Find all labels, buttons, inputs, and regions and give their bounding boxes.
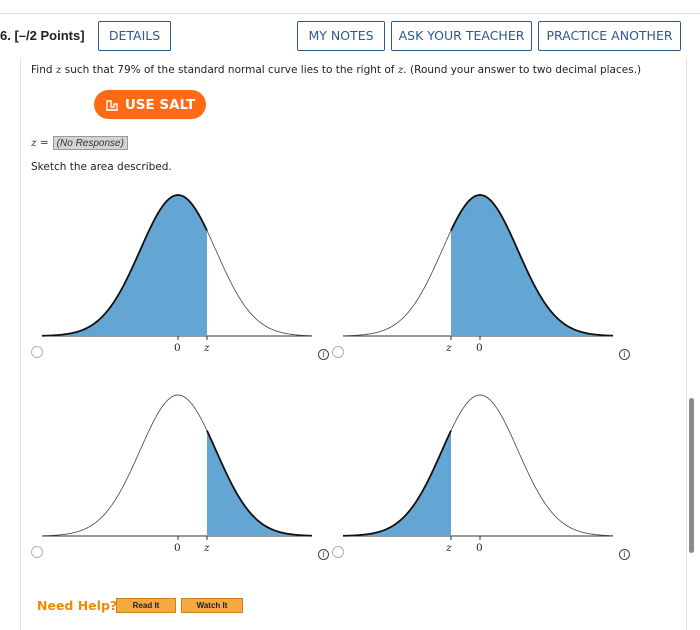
question-header: 6. [–/2 Points] DETAILS MY NOTES ASK YOU… (0, 14, 700, 59)
salt-icon (105, 99, 118, 111)
graph-3-info-icon[interactable]: i (318, 549, 329, 560)
graph-1-radio[interactable] (31, 346, 43, 358)
graph-4-curve (342, 394, 614, 540)
shaded-area (42, 195, 207, 336)
scrollbar[interactable] (689, 398, 694, 553)
graph-4-info-icon[interactable]: i (619, 549, 630, 560)
question-text: Find z such that 79% of the standard nor… (31, 64, 642, 76)
my-notes-button[interactable]: MY NOTES (297, 21, 385, 51)
answer-row: z = (No Response) (31, 136, 128, 150)
shaded-area (343, 430, 451, 536)
graph-4-label-b: 0 (476, 542, 483, 554)
use-salt-button[interactable]: USE SALT (94, 90, 206, 119)
answer-field[interactable]: (No Response) (52, 136, 128, 150)
graph-3-label-a: 0 (174, 542, 181, 554)
graph-1-info-icon[interactable]: i (318, 349, 329, 360)
graph-1-curve (41, 194, 313, 340)
graph-1-label-a: 0 (174, 342, 181, 354)
graph-2-label-a: z (446, 342, 452, 354)
graph-3-radio[interactable] (31, 546, 43, 558)
graph-2-curve (342, 194, 614, 340)
graph-option-1[interactable]: 0 z (40, 185, 330, 375)
ask-teacher-button[interactable]: ASK YOUR TEACHER (391, 21, 532, 51)
normal-curve (41, 394, 313, 537)
graph-1-label-b: z (204, 342, 210, 354)
watch-it-button[interactable]: Watch It (181, 598, 243, 613)
shaded-area (207, 430, 312, 536)
graph-option-2[interactable]: z 0 (341, 185, 631, 375)
need-help-label: Need Help? (37, 598, 118, 613)
graph-2-label-b: 0 (476, 342, 483, 354)
details-button[interactable]: DETAILS (98, 21, 171, 51)
normal-curve (342, 394, 614, 537)
use-salt-label: USE SALT (124, 96, 196, 113)
graph-4-radio[interactable] (332, 546, 344, 558)
practice-another-button[interactable]: PRACTICE ANOTHER (538, 21, 681, 51)
answer-label: z = (31, 137, 49, 149)
graph-option-3[interactable]: 0 z (40, 385, 330, 575)
graph-4-label-a: z (446, 542, 452, 554)
graph-option-4[interactable]: z 0 (341, 385, 631, 575)
sketch-prompt: Sketch the area described. (31, 161, 172, 173)
graph-3-label-b: z (204, 542, 210, 554)
question-points: 6. [–/2 Points] (0, 28, 85, 43)
shaded-area (451, 195, 613, 336)
read-it-button[interactable]: Read It (116, 598, 176, 613)
graph-2-info-icon[interactable]: i (619, 349, 630, 360)
graph-2-radio[interactable] (332, 346, 344, 358)
graph-3-curve (41, 394, 313, 540)
